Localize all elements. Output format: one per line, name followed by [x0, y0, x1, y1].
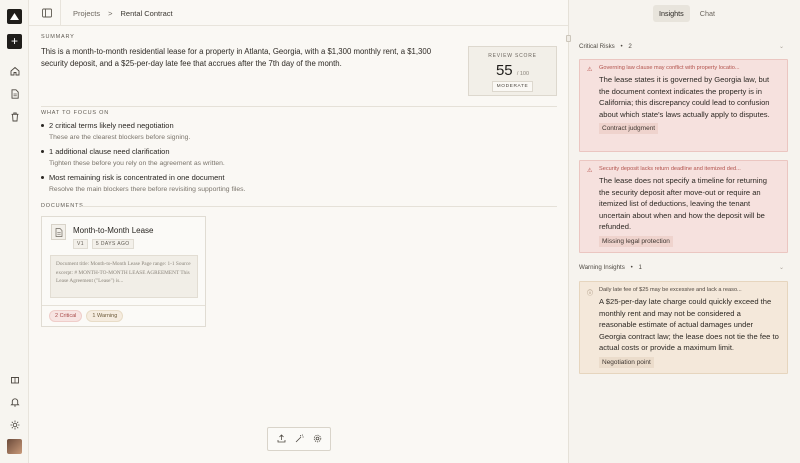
divider — [81, 206, 557, 207]
chevron-down-icon[interactable]: ⌄ — [779, 264, 784, 271]
insight-body: The lease states it is governed by Georg… — [599, 75, 770, 119]
review-score-value: 55 / 100 — [469, 62, 556, 79]
insight-card[interactable]: ⚠ Governing law clause may conflict with… — [579, 59, 788, 152]
upload-icon[interactable] — [277, 433, 286, 445]
sidebar-toggle-icon[interactable] — [41, 7, 53, 19]
documents-label: DOCUMENTS — [41, 203, 84, 209]
insight-title: Daily late fee of $25 may be excessive a… — [599, 287, 742, 293]
insight-category-chip: Missing legal protection — [599, 235, 673, 247]
insight-title: Governing law clause may conflict with p… — [599, 65, 740, 71]
bullet: • — [630, 264, 633, 271]
bullet: • — [620, 43, 623, 50]
critical-badge: 2 Critical — [49, 310, 83, 322]
breadcrumb-current: Rental Contract — [120, 9, 173, 18]
resize-handle[interactable] — [566, 35, 571, 42]
list-item: 2 critical terms likely need negotiation… — [41, 121, 541, 141]
critical-risks-label: Critical Risks — [579, 43, 615, 50]
warning-triangle-icon: ⚠ — [587, 67, 593, 73]
document-icon[interactable] — [7, 86, 22, 101]
review-score-label: REVIEW SCORE — [488, 53, 537, 59]
top-bar: Projects > Rental Contract — [29, 0, 568, 26]
home-icon[interactable] — [7, 63, 22, 78]
summary-label: SUMMARY — [41, 34, 75, 40]
focus-label: WHAT TO FOCUS ON — [41, 110, 110, 116]
insight-category-chip: Contract judgment — [599, 123, 659, 134]
critical-count: 2 — [628, 43, 632, 50]
warning-insights-header[interactable]: Warning Insights • 1 ⌄ — [579, 264, 784, 271]
trash-icon[interactable] — [7, 109, 22, 124]
sun-icon[interactable] — [7, 417, 22, 432]
magic-wand-icon[interactable] — [295, 433, 304, 445]
warning-insights-label: Warning Insights — [579, 264, 625, 271]
warning-triangle-icon: ⚠ — [587, 168, 593, 174]
document-icon — [51, 224, 66, 240]
focus-item-subtitle: Resolve the main blockers there before r… — [49, 186, 246, 193]
left-rail: + — [0, 0, 29, 463]
document-tags: 2 Critical 1 Warning — [49, 310, 124, 322]
focus-item-title: Most remaining risk is concentrated in o… — [41, 173, 541, 182]
info-circle-icon: ⓘ — [587, 291, 594, 297]
document-meta: V1 5 DAYS AGO — [73, 239, 134, 249]
score-max: / 100 — [516, 71, 530, 77]
avatar[interactable] — [7, 439, 22, 454]
focus-item-title: 1 additional clause need clarification — [41, 147, 541, 156]
review-score-card: REVIEW SCORE 55 / 100 MODERATE — [468, 46, 557, 96]
score-number: 55 — [495, 62, 513, 79]
document-title: Month-to-Month Lease — [73, 226, 154, 235]
divider — [41, 106, 557, 107]
settings-icon[interactable] — [313, 434, 322, 445]
chevron-down-icon[interactable]: ⌄ — [779, 43, 784, 50]
focus-list: 2 critical terms likely need negotiation… — [41, 121, 541, 199]
insight-body: A $25-per-day late charge could quickly … — [599, 297, 779, 352]
breadcrumb-separator: > — [108, 9, 113, 18]
logo-icon[interactable] — [7, 9, 22, 24]
score-level-badge: MODERATE — [491, 81, 534, 92]
focus-item-subtitle: Tighten these before you rely on the agr… — [49, 160, 225, 167]
bottom-toolbar — [267, 427, 331, 451]
list-item: 1 additional clause need clarification T… — [41, 147, 541, 167]
document-card[interactable]: Month-to-Month Lease V1 5 DAYS AGO Docum… — [41, 216, 206, 327]
version-badge: V1 — [73, 239, 88, 249]
insight-category-chip: Negotiation point — [599, 356, 654, 368]
critical-risks-header[interactable]: Critical Risks • 2 ⌄ — [579, 43, 784, 50]
focus-item-subtitle: These are the clearest blockers before s… — [49, 134, 191, 141]
tab-insights[interactable]: Insights — [653, 5, 690, 22]
gift-icon[interactable] — [7, 371, 22, 386]
list-item: Most remaining risk is concentrated in o… — [41, 173, 541, 193]
insight-card[interactable]: ⓘ Daily late fee of $25 may be excessive… — [579, 281, 788, 374]
focus-item-title: 2 critical terms likely need negotiation — [41, 121, 541, 130]
insight-body: The lease does not specify a timeline fo… — [599, 176, 767, 231]
warning-count: 1 — [638, 264, 642, 271]
bell-icon[interactable] — [7, 394, 22, 409]
main-content: SUMMARY This is a month-to-month residen… — [29, 26, 568, 463]
summary-text: This is a month-to-month residential lea… — [41, 47, 432, 69]
breadcrumb-projects[interactable]: Projects — [73, 9, 100, 18]
tab-chat[interactable]: Chat — [694, 5, 721, 22]
warning-badge: 1 Warning — [86, 310, 124, 322]
insight-title: Security deposit lacks return deadline a… — [599, 166, 741, 172]
breadcrumb: Projects > Rental Contract — [73, 9, 173, 18]
divider — [42, 305, 205, 306]
panel-tabs: Insights Chat — [653, 5, 721, 22]
plus-icon[interactable]: + — [7, 34, 22, 49]
document-excerpt: Document title: Month-to-Month Lease Pag… — [50, 255, 198, 298]
insights-panel: Insights Chat Critical Risks • 2 ⌄ ⚠ Gov… — [566, 0, 800, 463]
divider — [60, 0, 61, 26]
date-badge: 5 DAYS AGO — [91, 239, 134, 249]
insight-card[interactable]: ⚠ Security deposit lacks return deadline… — [579, 160, 788, 253]
